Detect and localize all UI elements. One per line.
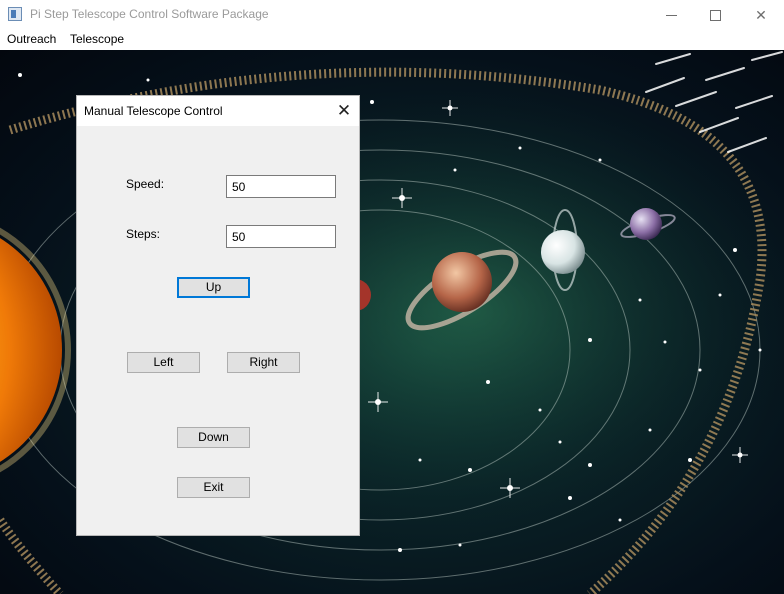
manual-telescope-control-dialog: Manual Telescope Control ✕ Speed: Steps:…: [76, 95, 360, 536]
minimize-icon: [665, 14, 677, 16]
down-button[interactable]: Down: [177, 427, 250, 448]
dialog-titlebar: Manual Telescope Control ✕: [77, 96, 359, 126]
menu-telescope[interactable]: Telescope: [70, 32, 124, 46]
up-button[interactable]: Up: [177, 277, 250, 298]
right-button[interactable]: Right: [227, 352, 300, 373]
window-titlebar: Pi Step Telescope Control Software Packa…: [0, 0, 784, 30]
steps-label: Steps:: [126, 227, 161, 241]
window-title: Pi Step Telescope Control Software Packa…: [30, 7, 269, 21]
app-window-icon: [8, 7, 22, 21]
menu-outreach[interactable]: Outreach: [7, 32, 56, 46]
window-close-button[interactable]: ✕: [738, 0, 784, 30]
dialog-title: Manual Telescope Control: [84, 104, 223, 118]
steps-input[interactable]: [226, 225, 336, 248]
menu-bar: Outreach Telescope: [0, 30, 784, 50]
close-icon: ✕: [336, 101, 352, 120]
close-icon: ✕: [755, 6, 767, 23]
neptune: [630, 208, 662, 240]
left-button[interactable]: Left: [127, 352, 200, 373]
uranus: [541, 230, 585, 274]
minimize-button[interactable]: [648, 0, 694, 30]
speed-label: Speed:: [126, 177, 165, 191]
maximize-icon: [709, 9, 721, 21]
speed-input[interactable]: [226, 175, 336, 198]
maximize-button[interactable]: [692, 0, 738, 30]
dialog-close-button[interactable]: ✕: [335, 102, 353, 120]
saturn: [432, 252, 492, 312]
exit-button[interactable]: Exit: [177, 477, 250, 498]
